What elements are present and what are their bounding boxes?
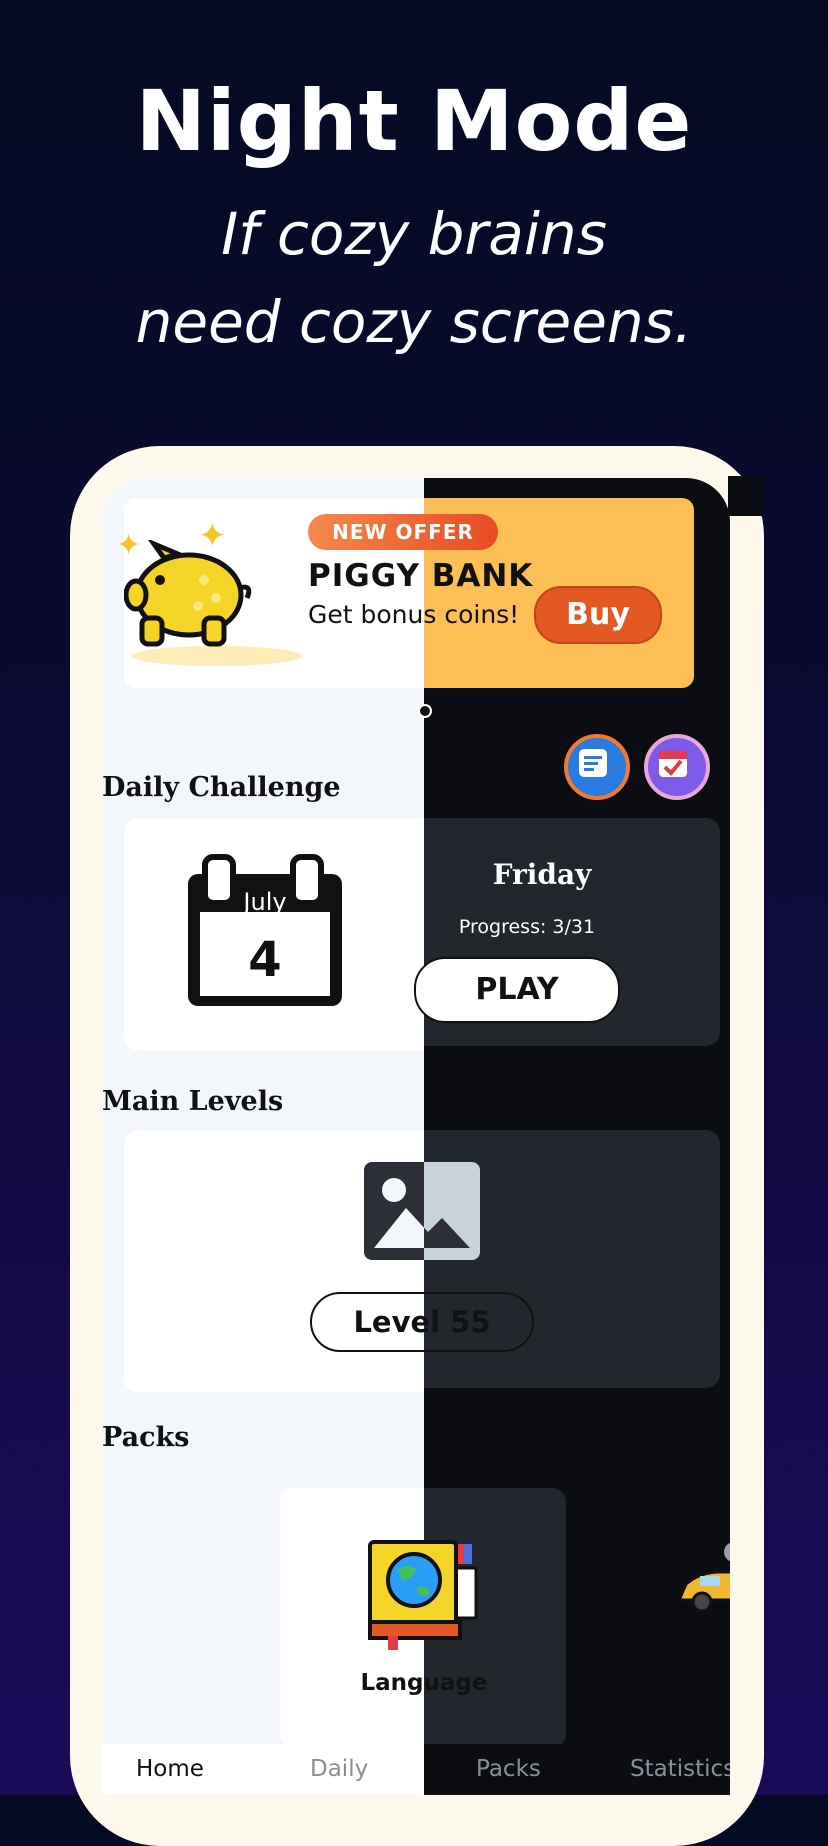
calendar-day: 4: [248, 932, 282, 988]
tab-packs[interactable]: Packs: [476, 1756, 541, 1782]
list-icon[interactable]: [564, 734, 630, 800]
pack-label-language: Language: [360, 1670, 488, 1696]
book-globe-icon: [368, 1540, 478, 1650]
calendar-month: July: [243, 888, 287, 916]
calendar-check-icon[interactable]: [644, 734, 710, 800]
banner-title: PIGGY BANK: [308, 558, 534, 594]
weekday-label: Friday: [492, 858, 592, 891]
play-button[interactable]: PLAY: [414, 957, 620, 1023]
headline-title: Night Mode: [135, 72, 693, 170]
daily-challenge-title: Daily Challenge: [102, 772, 341, 803]
app-screen: ✦ ✦ NEW OFFER PIGGY BANK Get bonus coins…: [102, 478, 730, 1795]
tab-daily[interactable]: Daily: [310, 1756, 368, 1782]
taxi-car-icon: [678, 1542, 730, 1613]
banner-subtitle: Get bonus coins!: [308, 600, 520, 629]
level-button-label: Level 55: [353, 1305, 491, 1339]
piggy-bank-icon: [124, 540, 252, 647]
tab-statistics[interactable]: Statistics: [630, 1756, 730, 1782]
level-button[interactable]: Level 55: [310, 1292, 534, 1352]
headline-tagline-1: If cozy brains: [221, 200, 607, 268]
main-levels-title: Main Levels: [102, 1086, 284, 1117]
bottom-tab-bar: Home Daily Packs Statistics: [102, 1744, 730, 1795]
carousel-indicator[interactable]: [418, 704, 432, 718]
image-placeholder-icon: [364, 1162, 480, 1260]
packs-title: Packs: [102, 1422, 190, 1453]
buy-button[interactable]: Buy: [534, 586, 662, 644]
phone-edge: [728, 476, 764, 516]
new-offer-badge: NEW OFFER: [308, 514, 498, 550]
headline-tagline-2: need cozy screens.: [135, 288, 693, 356]
daily-progress: Progress: 3/31: [458, 916, 596, 938]
tab-home[interactable]: Home: [136, 1756, 204, 1782]
